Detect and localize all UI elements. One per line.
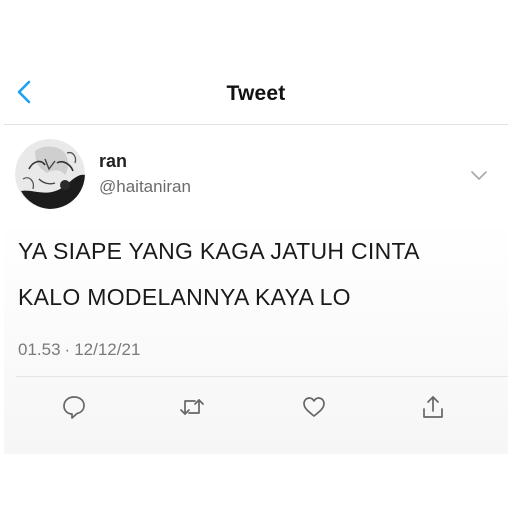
retweet-icon (180, 399, 204, 415)
heart-icon (303, 397, 325, 417)
tweet-time: 01.53 (18, 340, 61, 359)
reply-button[interactable] (61, 394, 87, 420)
navigation-bar: Tweet (4, 62, 508, 125)
retweet-button[interactable] (179, 394, 205, 420)
tweet-text-line: YA SIAPE YANG KAGA JATUH CINTA (18, 238, 420, 264)
avatar[interactable] (15, 139, 85, 209)
tweet-text: YA SIAPE YANG KAGA JATUH CINTA KALO MODE… (18, 228, 498, 320)
tweet-actions (4, 390, 508, 426)
avatar-image (15, 139, 85, 209)
meta-separator: · (64, 340, 71, 359)
share-button[interactable] (420, 394, 446, 420)
like-button[interactable] (301, 394, 327, 420)
author-handle[interactable]: @haitaniran (99, 177, 191, 197)
tweet-text-line: KALO MODELANNYA KAYA LO (18, 284, 351, 310)
chevron-down-icon (471, 171, 487, 180)
reply-icon (63, 396, 85, 419)
screen: Tweet ran @haitaniran YA SIAPE YANG KAGA… (0, 0, 512, 512)
tweet-timestamp: 01.53 · 12/12/21 (18, 340, 140, 360)
tweet-screen: Tweet ran @haitaniran YA SIAPE YANG KAGA… (4, 62, 508, 454)
tweet-date: 12/12/21 (74, 340, 141, 359)
tweet-author: ran @haitaniran (4, 125, 508, 215)
author-name[interactable]: ran (99, 151, 127, 172)
share-icon (423, 396, 443, 418)
more-options-button[interactable] (470, 169, 488, 181)
divider (16, 376, 508, 377)
page-title: Tweet (226, 82, 286, 105)
